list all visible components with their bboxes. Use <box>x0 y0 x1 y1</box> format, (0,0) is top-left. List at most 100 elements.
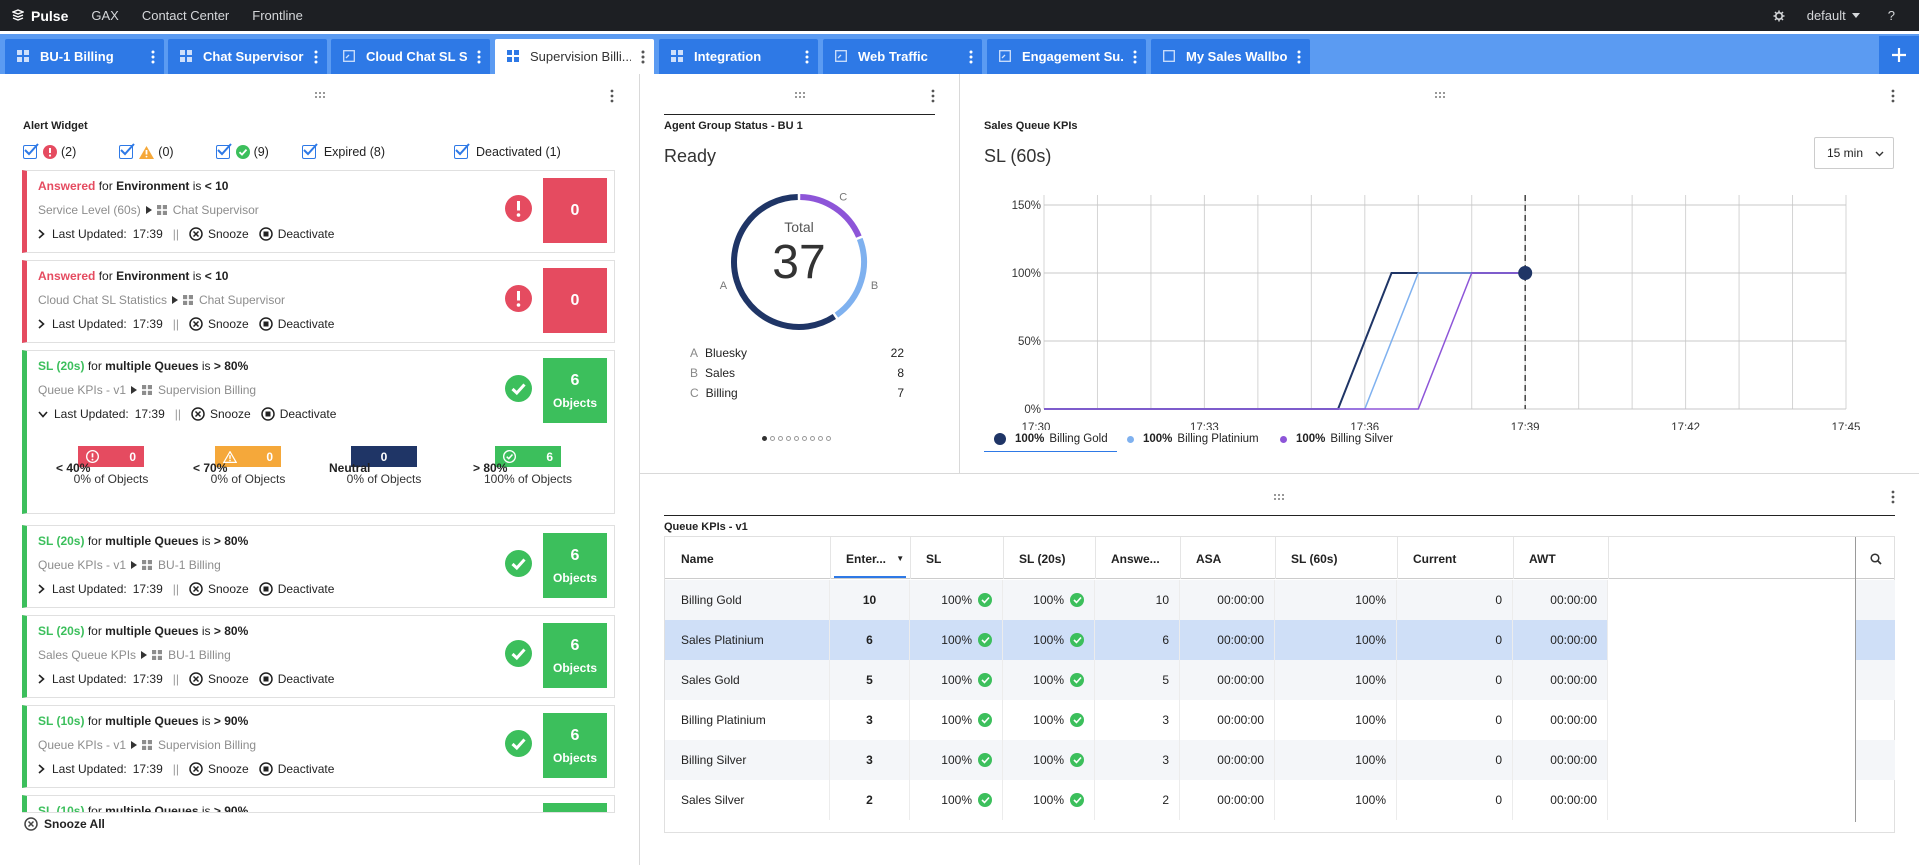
page-dot[interactable] <box>810 436 815 441</box>
source-widget[interactable]: Service Level (60s) <box>38 203 141 217</box>
alert-card[interactable]: Answered for Environment is < 10 Cloud C… <box>22 260 615 343</box>
tab-integration[interactable]: Integration <box>659 39 818 74</box>
chevron-right-icon[interactable] <box>38 319 45 329</box>
widget-menu-icon[interactable] <box>1890 88 1896 104</box>
legend-item[interactable]: 100% Billing Gold <box>994 433 1108 445</box>
search-icon[interactable] <box>1870 553 1882 565</box>
snooze-button[interactable]: Snooze <box>189 582 249 596</box>
page-dot[interactable] <box>794 436 799 441</box>
filter-expired[interactable]: Expired (8) <box>301 143 385 159</box>
column-header[interactable]: SL <box>926 552 941 566</box>
filter-ok[interactable]: (9) <box>215 143 269 159</box>
snooze-button[interactable]: Snooze <box>191 407 251 421</box>
alert-count-box[interactable]: 6 Objects <box>543 533 607 598</box>
legend-item[interactable]: 100% Billing Silver <box>1280 433 1393 445</box>
source-widget[interactable]: Sales Queue KPIs <box>38 648 136 662</box>
deactivate-button[interactable]: Deactivate <box>258 227 334 241</box>
nav-contact-center[interactable]: Contact Center <box>142 8 229 23</box>
source-widget[interactable]: Queue KPIs - v1 <box>38 558 126 572</box>
snooze-button[interactable]: Snooze <box>189 762 249 776</box>
column-header[interactable]: ASA <box>1196 552 1221 566</box>
snooze-button[interactable]: Snooze <box>189 227 249 241</box>
source-widget[interactable]: Queue KPIs - v1 <box>38 738 126 752</box>
tab-menu-icon[interactable] <box>639 49 647 65</box>
tab-my-sales-wallboard[interactable]: My Sales Wallbo... <box>1151 39 1310 74</box>
table-row[interactable]: Sales Platinium 6 100% 100% 6 00:00:00 100% 0 00… <box>665 620 1895 660</box>
alert-count-box[interactable]: 6 Objects <box>543 623 607 688</box>
column-header[interactable]: Answe... <box>1111 552 1160 566</box>
tab-menu-icon[interactable] <box>312 49 320 65</box>
widget-menu-icon[interactable] <box>1890 489 1896 505</box>
widget-menu-icon[interactable] <box>930 88 936 104</box>
sort-desc-icon[interactable]: ▼ <box>894 554 904 563</box>
column-header[interactable]: Enter... ▼ <box>846 552 904 566</box>
column-header[interactable]: SL (20s) <box>1019 552 1065 566</box>
page-dot[interactable] <box>770 436 775 441</box>
page-dot[interactable] <box>826 436 831 441</box>
alert-count-box[interactable]: 6 Objects <box>543 713 607 778</box>
widget-menu-icon[interactable] <box>609 88 615 104</box>
chevron-right-icon[interactable] <box>38 674 45 684</box>
alert-card[interactable]: SL (20s) for multiple Queues is > 80% Sa… <box>22 615 615 698</box>
source-dashboard[interactable]: Chat Supervisor <box>199 293 285 307</box>
alert-count-box[interactable]: 0 <box>543 178 607 243</box>
alert-card[interactable]: Answered for Environment is < 10 Service… <box>22 170 615 253</box>
column-header[interactable]: Name <box>681 552 714 566</box>
add-tab-button[interactable] <box>1879 36 1919 74</box>
column-header[interactable]: Current <box>1413 552 1456 566</box>
tab-cloud-chat-sl[interactable]: Cloud Chat SL St... <box>331 39 490 74</box>
chevron-right-icon[interactable] <box>38 584 45 594</box>
page-dot[interactable] <box>818 436 823 441</box>
chevron-down-icon[interactable] <box>38 410 48 418</box>
checkbox[interactable] <box>301 143 318 159</box>
filter-deactivated[interactable]: Deactivated (1) <box>453 143 561 159</box>
tab-menu-icon[interactable] <box>1295 49 1303 65</box>
drag-handle-icon[interactable] <box>314 91 326 99</box>
nav-frontline[interactable]: Frontline <box>252 8 303 23</box>
source-dashboard[interactable]: Chat Supervisor <box>173 203 259 217</box>
current-value-point[interactable] <box>1518 266 1533 280</box>
tab-web-traffic[interactable]: Web Traffic <box>823 39 982 74</box>
alert-card[interactable]: SL (20s) for multiple Queues is > 80% Qu… <box>22 525 615 608</box>
drag-handle-icon[interactable] <box>1273 493 1285 501</box>
alert-count-box[interactable]: 6 Objects <box>543 358 607 423</box>
source-widget[interactable]: Cloud Chat SL Statistics <box>38 293 167 307</box>
drag-handle-icon[interactable] <box>794 91 806 99</box>
tab-menu-icon[interactable] <box>1131 49 1139 65</box>
tab-menu-icon[interactable] <box>475 49 483 65</box>
column-header[interactable]: SL (60s) <box>1291 552 1337 566</box>
page-dot[interactable] <box>778 436 783 441</box>
deactivate-button[interactable]: Deactivate <box>258 672 334 686</box>
nav-gax[interactable]: GAX <box>91 8 118 23</box>
deactivate-button[interactable]: Deactivate <box>260 407 336 421</box>
chevron-right-icon[interactable] <box>38 229 45 239</box>
alert-count-box[interactable] <box>543 803 607 812</box>
deactivate-button[interactable]: Deactivate <box>258 582 334 596</box>
page-dot[interactable] <box>802 436 807 441</box>
deactivate-button[interactable]: Deactivate <box>258 317 334 331</box>
checkbox[interactable] <box>119 143 136 159</box>
filter-error[interactable]: (2) <box>23 143 76 159</box>
table-row[interactable]: Billing Silver 3 100% 100% 3 00:00:00 100% 0 00:… <box>665 740 1895 780</box>
checkbox[interactable] <box>453 143 470 159</box>
page-dot[interactable] <box>762 436 767 441</box>
user-menu[interactable]: default <box>1807 8 1860 23</box>
column-header[interactable]: AWT <box>1529 552 1556 566</box>
gear-icon[interactable] <box>1773 10 1785 22</box>
table-row[interactable]: Sales Silver 2 100% 100% 2 00:00:00 100% 0 00:00… <box>665 780 1895 820</box>
alert-card-expanded[interactable]: SL (20s) for multiple Queues is > 80% Qu… <box>22 350 615 514</box>
tab-chat-supervisor[interactable]: Chat Supervisor <box>168 39 327 74</box>
chevron-right-icon[interactable] <box>38 764 45 774</box>
source-widget[interactable]: Queue KPIs - v1 <box>38 383 126 397</box>
alert-count-box[interactable]: 0 <box>543 268 607 333</box>
table-row[interactable]: Billing Platinium 3 100% 100% 3 00:00:00 100% 0… <box>665 700 1895 740</box>
donut-segment-b[interactable] <box>834 237 867 318</box>
app-logo[interactable]: Pulse <box>12 8 68 24</box>
alert-card[interactable]: SL (10s) for multiple Queues is > 90% Qu… <box>22 705 615 788</box>
source-dashboard[interactable]: Supervision Billing <box>158 738 256 752</box>
snooze-all-button[interactable]: Snooze All <box>24 817 105 831</box>
interval-select[interactable]: 15 min <box>1814 137 1894 169</box>
deactivate-button[interactable]: Deactivate <box>258 762 334 776</box>
tab-bu-1-billing[interactable]: BU-1 Billing <box>5 39 164 74</box>
snooze-button[interactable]: Snooze <box>189 317 249 331</box>
